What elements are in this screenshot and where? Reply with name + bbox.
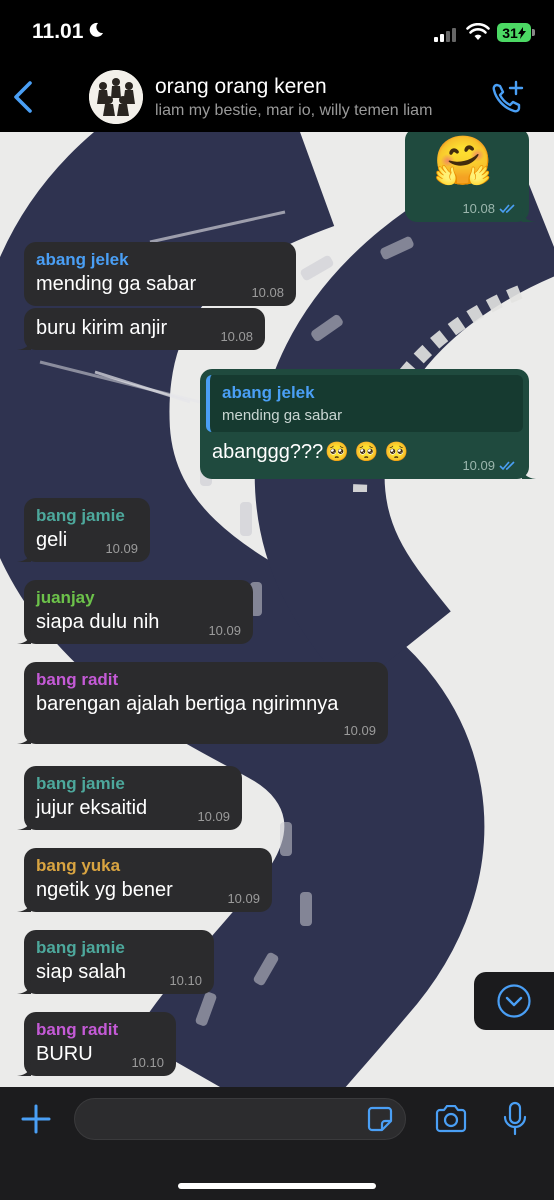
message-time: 10.09 <box>105 541 138 556</box>
bubble-tail <box>17 730 31 744</box>
microphone-icon[interactable] <box>503 1101 527 1137</box>
message-bubble-incoming[interactable]: bang radit barengan ajalah bertiga ngiri… <box>17 662 388 744</box>
bubble-tail <box>17 630 31 644</box>
battery-nub <box>532 29 535 36</box>
bubble-tail <box>17 548 31 562</box>
sender-name[interactable]: abang jelek <box>36 250 284 270</box>
message-time: 10.09 <box>462 458 495 473</box>
home-indicator <box>178 1183 376 1189</box>
emoji-message: 🤗 <box>433 135 493 188</box>
message-bubble-incoming[interactable]: bang radit BURU 10.10 <box>17 1012 176 1076</box>
group-name[interactable]: orang orang keren <box>155 75 327 99</box>
message-time: 10.08 <box>251 285 284 300</box>
message-text: jujur eksaitid <box>36 797 148 819</box>
message-text: mending ga sabar <box>36 273 197 295</box>
message-text: BURU <box>36 1043 93 1065</box>
message-bubble-incoming[interactable]: bang yuka ngetik yg bener 10.09 <box>17 848 272 912</box>
message-bubble-incoming[interactable]: bang jamie siap salah 10.10 <box>17 930 214 994</box>
message-text: siapa dulu nih <box>36 611 160 633</box>
message-list[interactable]: 🤗 10.08 abang jelek mending ga sabar 10.… <box>0 132 554 1087</box>
plus-icon[interactable] <box>20 1103 52 1135</box>
message-text: ngetik yg bener <box>36 879 173 901</box>
back-chevron-icon[interactable] <box>10 80 38 114</box>
sender-name[interactable]: bang jamie <box>36 506 138 526</box>
battery-indicator: 31 <box>497 23 531 42</box>
message-time: 10.10 <box>169 973 202 988</box>
battery-level: 31 <box>502 24 518 41</box>
message-input[interactable] <box>74 1098 406 1140</box>
clock: 11.01 <box>32 20 84 43</box>
sender-name[interactable]: juanjay <box>36 588 241 608</box>
bubble-tail <box>17 1062 31 1076</box>
group-avatar[interactable] <box>89 70 143 124</box>
bubble-tail <box>17 336 31 350</box>
message-text: buru kirim anjir <box>36 317 168 339</box>
message-time: 10.08 <box>462 201 495 216</box>
sender-name[interactable]: bang jamie <box>36 938 202 958</box>
pleading-face-emoji: 🥺 <box>384 442 409 463</box>
quoted-text: mending ga sabar <box>222 407 343 424</box>
camera-icon[interactable] <box>434 1105 468 1133</box>
bubble-tail <box>17 980 31 994</box>
bubble-tail <box>17 816 31 830</box>
message-time: 10.10 <box>131 1055 164 1070</box>
sticker-icon[interactable] <box>367 1106 393 1132</box>
pleading-face-emoji: 🥺 <box>354 442 379 463</box>
bubble-tail <box>17 898 31 912</box>
quoted-message[interactable]: abang jelek mending ga sabar <box>206 375 523 432</box>
bubble-tail <box>522 208 536 222</box>
sender-name[interactable]: bang radit <box>36 1020 164 1040</box>
message-time: 10.09 <box>197 809 230 824</box>
pleading-face-emoji: 🥺 <box>325 442 349 463</box>
cellular-signal-icon <box>434 26 456 42</box>
message-time: 10.09 <box>343 723 376 738</box>
read-receipt-icon <box>499 461 515 471</box>
message-time: 10.08 <box>220 329 253 344</box>
sender-name[interactable]: bang radit <box>36 670 376 690</box>
chevron-down-circle-icon <box>497 984 531 1018</box>
message-text: geli <box>36 529 68 551</box>
chat-header: orang orang keren liam my bestie, mar io… <box>0 62 554 132</box>
message-time: 10.09 <box>208 623 241 638</box>
quoted-sender: abang jelek <box>222 383 315 402</box>
message-time: 10.09 <box>227 891 260 906</box>
group-members[interactable]: liam my bestie, mar io, willy temen liam <box>155 102 432 120</box>
message-text: abanggg??? <box>212 441 324 463</box>
sender-name[interactable]: bang jamie <box>36 774 230 794</box>
status-bar: 11.01 31 <box>0 0 554 62</box>
add-call-icon[interactable] <box>489 80 525 116</box>
message-bubble-incoming[interactable]: bang jamie jujur eksaitid 10.09 <box>17 766 242 830</box>
scroll-to-bottom-button[interactable] <box>474 972 554 1030</box>
bubble-tail <box>522 465 536 479</box>
message-text: siap salah <box>36 961 127 983</box>
read-receipt-icon <box>499 204 515 214</box>
message-bubble-incoming[interactable]: juanjay siapa dulu nih 10.09 <box>17 580 253 644</box>
message-bubble-outgoing[interactable]: abang jelek mending ga sabar abanggg??? 🥺… <box>200 369 536 479</box>
message-bubble-incoming[interactable]: buru kirim anjir 10.08 <box>17 308 265 350</box>
message-bubble-outgoing[interactable]: 🤗 10.08 <box>405 132 536 222</box>
wifi-icon <box>466 23 490 40</box>
sender-name[interactable]: bang yuka <box>36 856 260 876</box>
charging-bolt-icon <box>517 26 526 39</box>
message-composer <box>0 1087 554 1200</box>
message-bubble-incoming[interactable]: bang jamie geli 10.09 <box>17 498 150 562</box>
message-bubble-incoming[interactable]: abang jelek mending ga sabar 10.08 <box>24 242 296 306</box>
moon-icon <box>89 22 103 37</box>
message-text: barengan ajalah bertiga ngirimnya <box>36 693 339 715</box>
